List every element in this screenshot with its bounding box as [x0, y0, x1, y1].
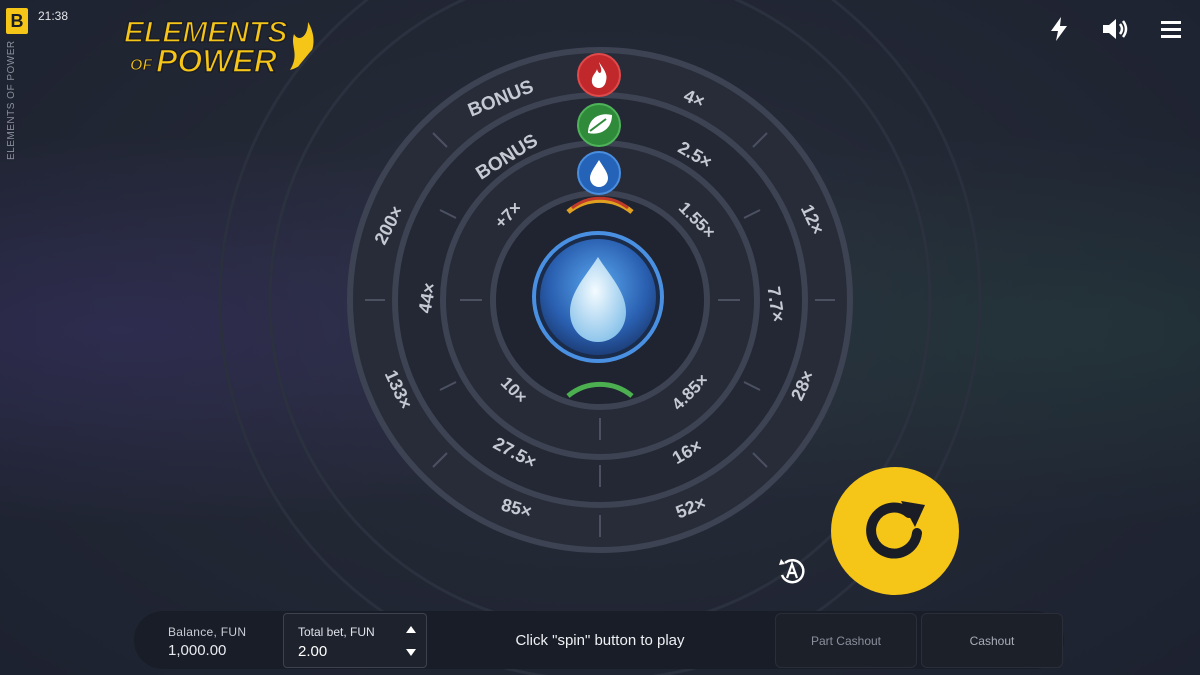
bet-decrease-icon[interactable] — [406, 649, 416, 656]
total-bet-label: Total bet, FUN — [298, 625, 375, 639]
cashout-button[interactable]: Cashout — [921, 613, 1063, 668]
status-message: Click "spin" button to play — [515, 632, 685, 649]
total-bet-selector[interactable]: Total bet, FUN 2.00 — [283, 613, 427, 668]
part-cashout-button[interactable]: Part Cashout — [775, 613, 917, 668]
fire-icon — [577, 53, 621, 97]
spin-button[interactable] — [831, 467, 959, 595]
bet-increase-icon[interactable] — [406, 626, 416, 633]
spin-icon — [866, 501, 925, 559]
balance-label: Balance, FUN — [168, 625, 247, 639]
balance-value: 1,000.00 — [168, 642, 227, 659]
autoplay-button[interactable] — [776, 555, 808, 587]
center-water-element-icon — [532, 231, 664, 363]
element-wheel: BONUS 4× 12× 28× 52× 85× 133× 200× BONUS… — [218, 0, 982, 675]
leaf-icon — [577, 103, 621, 147]
balance-display: Balance, FUN 1,000.00 — [168, 625, 246, 659]
total-bet-value: 2.00 — [298, 643, 328, 660]
water-drop-marker-icon — [577, 151, 621, 195]
